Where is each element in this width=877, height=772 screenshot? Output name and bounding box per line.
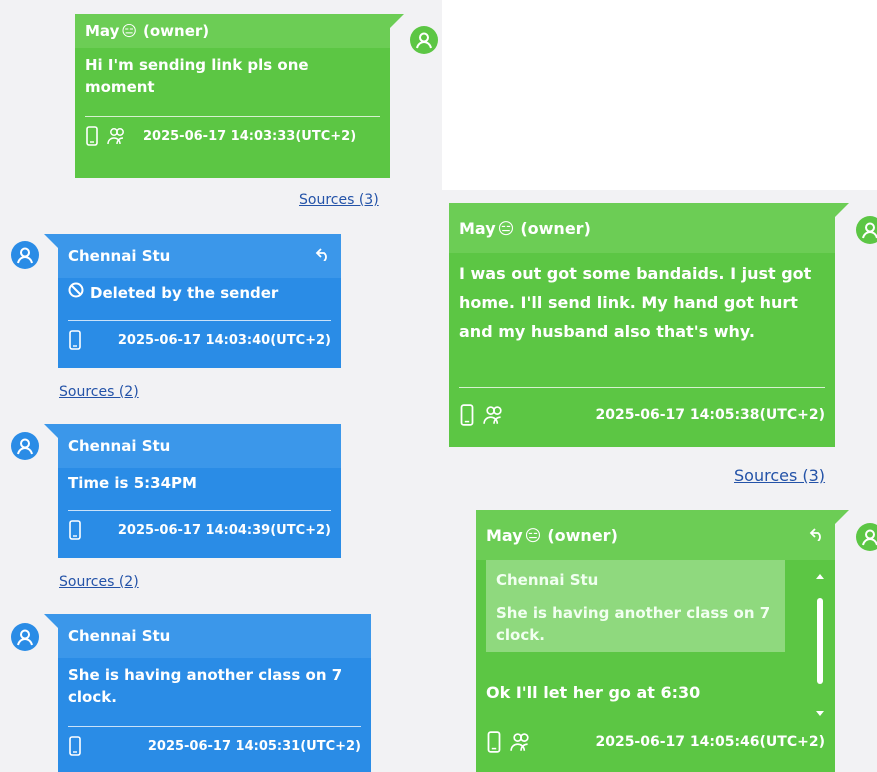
user-icon [17, 247, 33, 264]
owner-avatar [410, 26, 438, 54]
sender-name: May [486, 525, 523, 545]
sender-name: Chennai Stu [68, 437, 171, 455]
owner-avatar [856, 216, 877, 244]
sender-emoji: 😑 [524, 525, 542, 545]
quoted-text: She is having another class on 7 clock. [496, 604, 771, 644]
quoted-sender: Chennai Stu [496, 571, 599, 589]
user-icon [862, 222, 877, 239]
user-icon [17, 629, 33, 646]
message-bubble[interactable]: Chennai Stu Time is 5:34PM 2025-06-17 14… [44, 424, 341, 558]
phone-icon [68, 736, 82, 756]
sender-name: May [459, 218, 496, 238]
timestamp: 2025-06-17 14:05:31(UTC+2) [147, 738, 361, 754]
message-bubble[interactable]: Chennai Stu Deleted by the sender 2025-0… [44, 234, 341, 368]
user-icon [416, 32, 432, 49]
message-text: Deleted by the sender [90, 284, 279, 302]
contact-avatar [11, 241, 39, 269]
contact-avatar [11, 432, 39, 460]
message-text: Hi I'm sending link pls one moment [85, 56, 309, 96]
sender-emoji: 😑 [121, 22, 138, 40]
message-text: I was out got some bandaids. I just got … [459, 264, 812, 341]
sources-link[interactable]: Sources (2) [59, 384, 139, 400]
blocked-icon [68, 282, 84, 304]
group-icon [107, 126, 127, 146]
group-icon [483, 404, 505, 426]
sources-link[interactable]: Sources (3) [734, 466, 825, 485]
quoted-message[interactable]: Chennai Stu She is having another class … [486, 560, 785, 652]
sender-role: (owner) [520, 218, 591, 238]
owner-avatar [856, 523, 877, 551]
sender-name: Chennai Stu [68, 627, 171, 645]
sender-name: Chennai Stu [68, 247, 171, 265]
message-bubble[interactable]: May 😑 (owner) Hi I'm sending link pls one … [75, 14, 404, 178]
user-icon [862, 529, 877, 546]
message-bubble[interactable]: May 😑 (owner) Chennai Stu She is having an… [476, 510, 849, 772]
phone-icon [68, 520, 82, 540]
reply-icon[interactable] [315, 247, 331, 265]
timestamp: 2025-06-17 14:03:33(UTC+2) [143, 128, 357, 144]
timestamp: 2025-06-17 14:05:46(UTC+2) [595, 734, 825, 750]
sender-name: May [85, 22, 120, 40]
phone-icon [459, 404, 475, 426]
timestamp: 2025-06-17 14:03:40(UTC+2) [117, 332, 331, 348]
message-text: Time is 5:34PM [68, 474, 197, 492]
phone-icon [486, 731, 502, 753]
timestamp: 2025-06-17 14:05:38(UTC+2) [595, 407, 825, 423]
contact-avatar [11, 623, 39, 651]
message-text: She is having another class on 7 clock. [68, 666, 343, 706]
phone-icon [85, 126, 99, 146]
phone-icon [68, 330, 82, 350]
message-text: Ok I'll let her go at 6:30 [486, 683, 701, 702]
user-icon [17, 438, 33, 455]
timestamp: 2025-06-17 14:04:39(UTC+2) [117, 522, 331, 538]
sources-link[interactable]: Sources (3) [299, 192, 379, 208]
group-icon [510, 731, 532, 753]
message-bubble[interactable]: Chennai Stu She is having another class … [44, 614, 371, 772]
sender-role: (owner) [143, 22, 210, 40]
reply-icon[interactable] [809, 526, 825, 545]
sender-emoji: 😑 [497, 218, 515, 238]
sources-link[interactable]: Sources (2) [59, 574, 139, 590]
message-bubble[interactable]: May 😑 (owner) I was out got some bandaids.… [449, 203, 849, 447]
sender-role: (owner) [547, 525, 618, 545]
quote-scrollbar[interactable] [813, 570, 827, 720]
